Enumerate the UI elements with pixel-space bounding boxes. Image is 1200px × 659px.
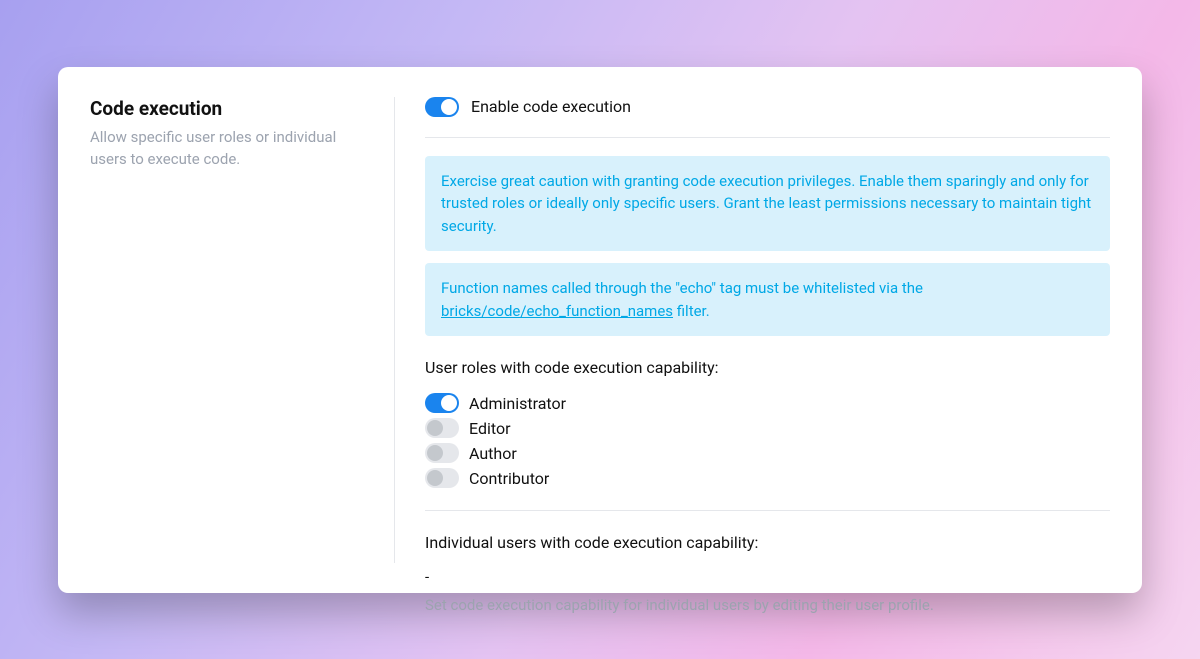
whitelist-notice-prefix: Function names called through the "echo"… [441, 279, 923, 297]
users-heading: Individual users with code execution cap… [425, 533, 1110, 552]
whitelist-filter-link[interactable]: bricks/code/echo_function_names [441, 302, 673, 320]
role-row-contributor: Contributor [425, 468, 1110, 488]
role-label-contributor: Contributor [469, 469, 549, 488]
role-toggle-administrator[interactable] [425, 393, 459, 413]
toggle-knob [427, 470, 443, 486]
role-label-author: Author [469, 444, 517, 463]
caution-notice-text: Exercise great caution with granting cod… [441, 172, 1091, 235]
caution-notice: Exercise great caution with granting cod… [425, 156, 1110, 252]
sidebar: Code execution Allow specific user roles… [90, 97, 395, 563]
toggle-knob [441, 395, 457, 411]
section-description: Allow specific user roles or individual … [90, 126, 364, 171]
main-panel: Enable code execution Exercise great cau… [395, 97, 1110, 563]
role-label-editor: Editor [469, 419, 510, 438]
enable-code-execution-label: Enable code execution [471, 97, 631, 116]
roles-heading: User roles with code execution capabilit… [425, 358, 1110, 377]
toggle-knob [427, 445, 443, 461]
users-list-placeholder: - [425, 568, 1110, 586]
role-row-administrator: Administrator [425, 393, 1110, 413]
enable-code-execution-toggle[interactable] [425, 97, 459, 117]
role-label-administrator: Administrator [469, 394, 566, 413]
role-toggle-editor[interactable] [425, 418, 459, 438]
section-title: Code execution [90, 97, 364, 120]
role-toggle-author[interactable] [425, 443, 459, 463]
whitelist-notice-suffix: filter. [673, 302, 710, 320]
roles-list: Administrator Editor Author Contributor [425, 393, 1110, 488]
divider [425, 510, 1110, 511]
enable-code-execution-row: Enable code execution [425, 97, 1110, 138]
users-hint: Set code execution capability for indivi… [425, 596, 1110, 614]
settings-card: Code execution Allow specific user roles… [58, 67, 1142, 593]
toggle-knob [427, 420, 443, 436]
whitelist-notice: Function names called through the "echo"… [425, 263, 1110, 336]
role-row-editor: Editor [425, 418, 1110, 438]
role-toggle-contributor[interactable] [425, 468, 459, 488]
toggle-knob [441, 99, 457, 115]
role-row-author: Author [425, 443, 1110, 463]
